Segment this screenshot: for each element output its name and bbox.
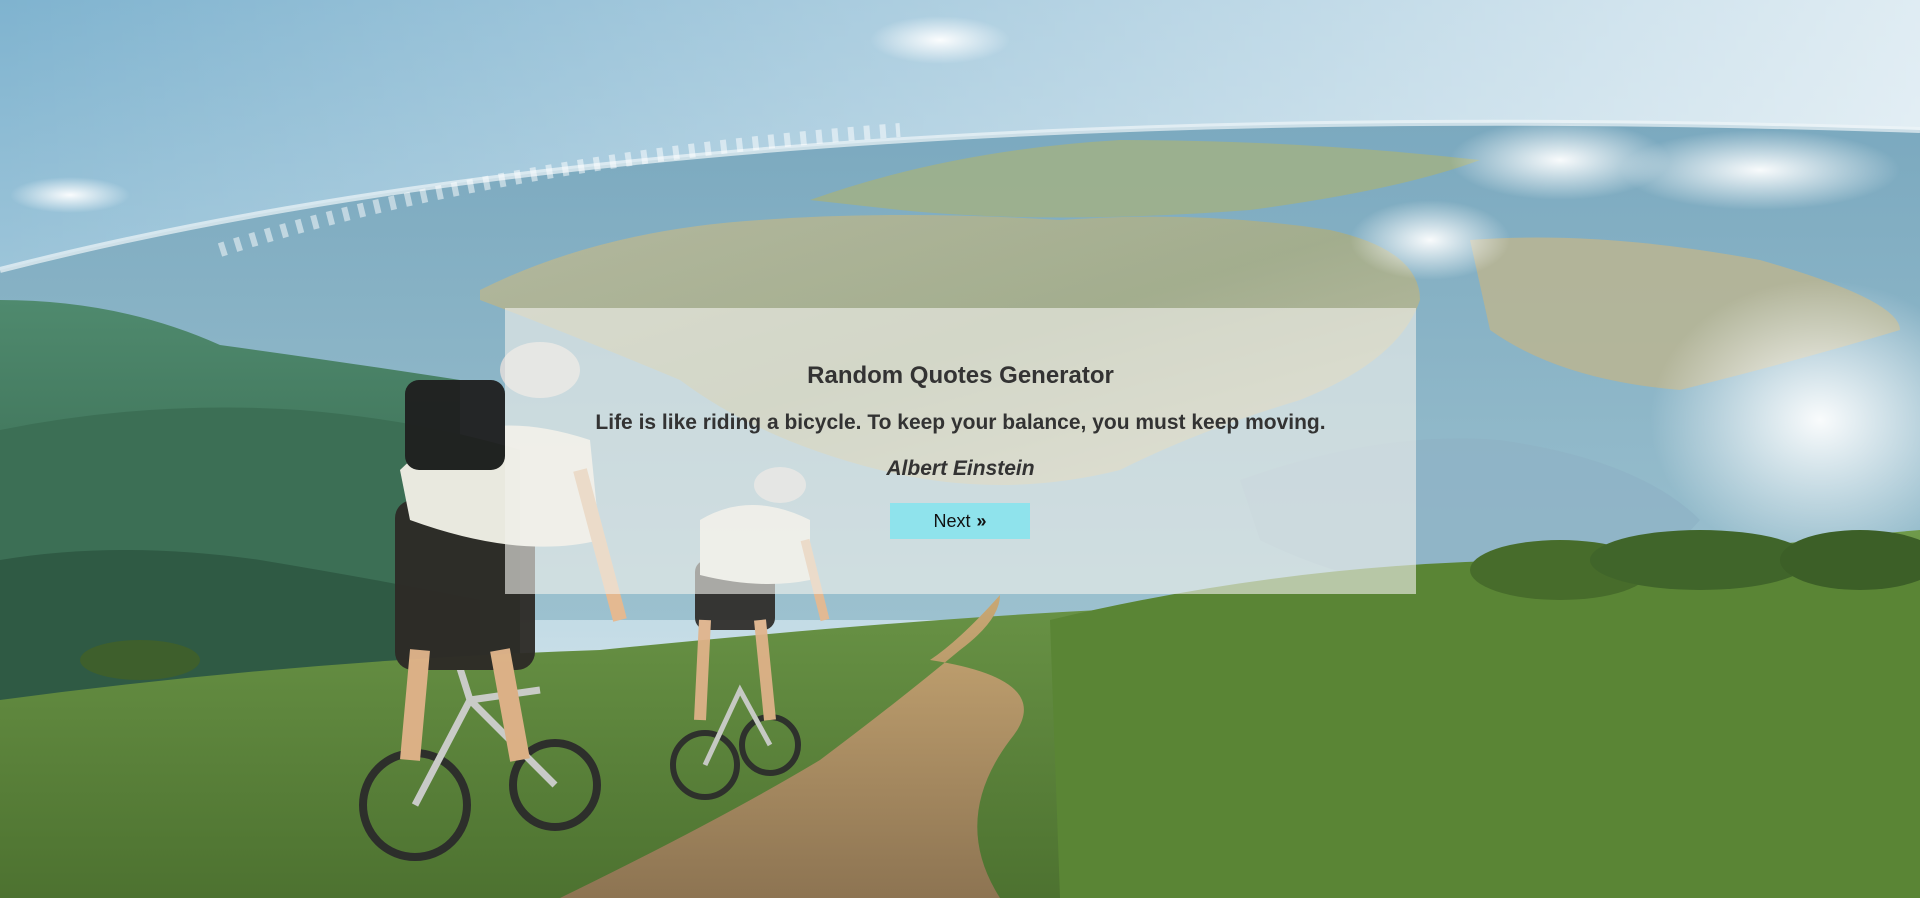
quote-author: Albert Einstein: [886, 457, 1035, 480]
quote-text: Life is like riding a bicycle. To keep y…: [595, 411, 1326, 434]
page-title: Random Quotes Generator: [807, 362, 1114, 389]
quote-card: Random Quotes Generator Life is like rid…: [505, 308, 1416, 594]
next-button-label: Next: [933, 510, 971, 531]
double-chevron-right-icon: »: [976, 511, 987, 531]
next-button[interactable]: Next »: [890, 503, 1030, 539]
